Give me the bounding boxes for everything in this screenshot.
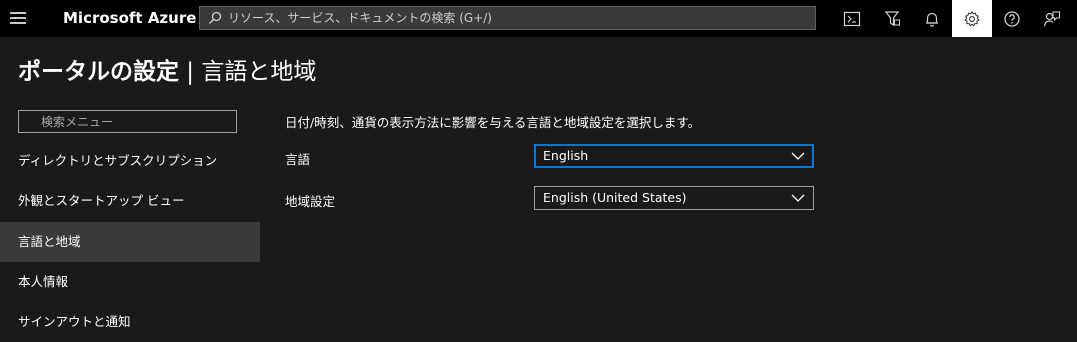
menu-item-directories[interactable]: ディレクトリとサブスクリプション: [0, 141, 260, 181]
feedback-button[interactable]: [1032, 0, 1072, 37]
page-title: ポータルの設定 | 言語と地域: [18, 52, 316, 86]
hamburger-menu-icon[interactable]: [10, 9, 28, 27]
cloud-shell-icon: [843, 11, 861, 26]
help-icon: [1004, 10, 1020, 27]
menu-item-my-information[interactable]: 本人情報: [0, 262, 260, 302]
top-bar: Microsoft Azure: [0, 0, 1077, 37]
menu-search-input[interactable]: [41, 113, 231, 130]
page-title-separator: |: [179, 59, 202, 85]
settings-button[interactable]: [952, 0, 992, 37]
chevron-down-icon: [791, 194, 805, 202]
search-icon: [209, 11, 222, 24]
directory-filter-button[interactable]: [872, 0, 912, 37]
menu-item-label: 本人情報: [18, 274, 69, 289]
page-title-main: ポータルの設定: [18, 59, 179, 85]
region-label: 地域設定: [285, 194, 336, 209]
directory-filter-icon: [884, 10, 900, 26]
notifications-button[interactable]: [912, 0, 952, 37]
settings-description: 日付/時刻、通貨の表示方法に影響を与える言語と地域設定を選択します。: [285, 115, 701, 130]
region-dropdown[interactable]: English (United States): [534, 186, 814, 210]
menu-item-label: サインアウトと通知: [18, 314, 131, 329]
language-dropdown[interactable]: English: [534, 144, 814, 168]
region-dropdown-value: English (United States): [543, 190, 687, 205]
feedback-icon: [1043, 10, 1061, 26]
brand-title[interactable]: Microsoft Azure: [63, 9, 196, 27]
menu-item-language-region[interactable]: 言語と地域: [0, 222, 260, 262]
menu-item-label: ディレクトリとサブスクリプション: [18, 153, 218, 168]
language-dropdown-value: English: [543, 148, 589, 163]
menu-item-appearance[interactable]: 外観とスタートアップ ビュー: [0, 181, 260, 221]
language-label: 言語: [285, 152, 311, 167]
global-search-input[interactable]: [228, 8, 808, 28]
bell-icon: [926, 12, 938, 27]
cloud-shell-button[interactable]: [832, 0, 872, 37]
menu-item-label: 言語と地域: [18, 234, 81, 249]
gear-icon: [964, 10, 980, 27]
chevron-down-icon: [791, 152, 805, 160]
menu-search[interactable]: [18, 110, 237, 133]
help-button[interactable]: [992, 0, 1032, 37]
menu-item-signout-notifications[interactable]: サインアウトと通知: [0, 302, 260, 342]
menu-item-label: 外観とスタートアップ ビュー: [18, 193, 185, 208]
page-title-sub: 言語と地域: [201, 59, 317, 85]
global-search[interactable]: [199, 6, 816, 30]
